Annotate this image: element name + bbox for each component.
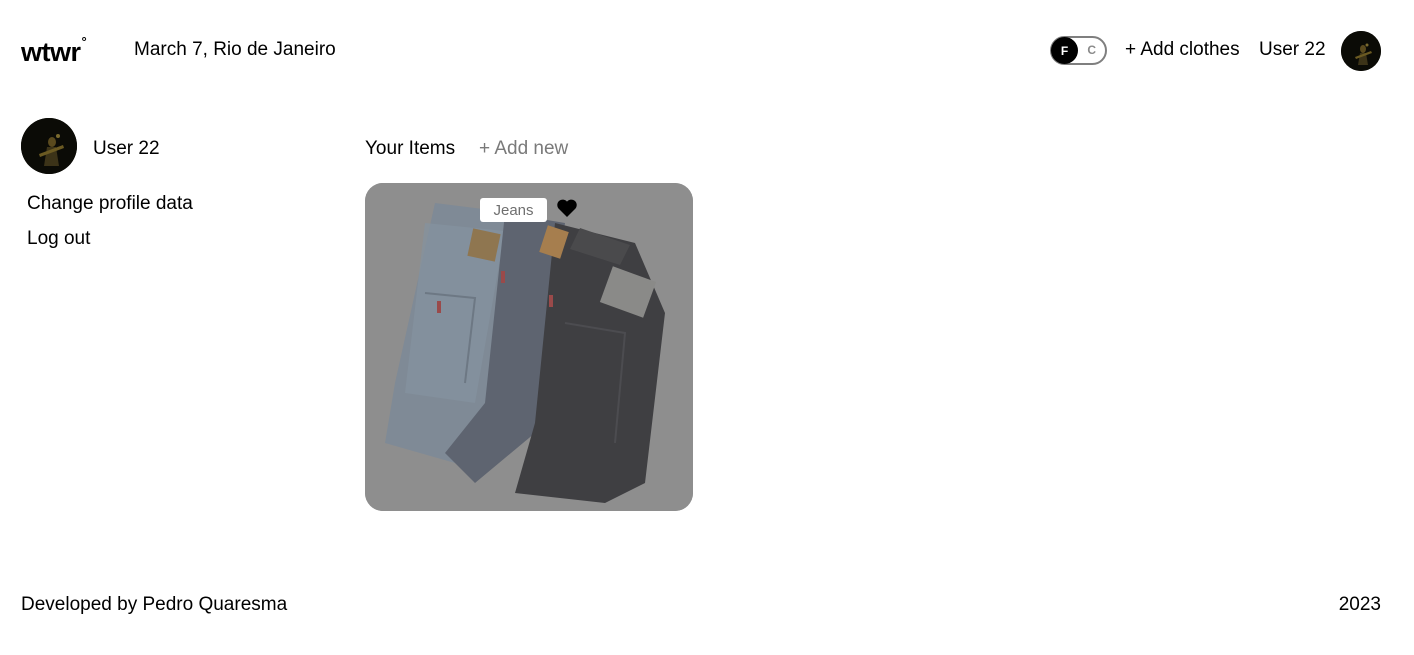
header: wtwr° March 7, Rio de Janeiro F C + Add … <box>0 0 1414 100</box>
add-new-button[interactable]: + Add new <box>479 138 568 160</box>
logo[interactable]: wtwr° <box>21 32 87 67</box>
your-items-title: Your Items <box>365 138 456 159</box>
developer-credit: Developed by Pedro Quaresma <box>21 594 288 615</box>
add-clothes-button[interactable]: + Add clothes <box>1125 39 1240 61</box>
sidebar-user-name: User 22 <box>93 138 160 159</box>
sidebar-avatar <box>21 118 77 174</box>
toggle-knob-f: F <box>1051 37 1078 64</box>
toggle-label-c: C <box>1087 43 1096 57</box>
heart-icon[interactable] <box>555 198 579 220</box>
log-out-link[interactable]: Log out <box>27 228 90 250</box>
avatar-image <box>1341 31 1381 71</box>
footer-year: 2023 <box>1338 594 1381 615</box>
item-name-tag: Jeans <box>480 198 547 222</box>
date-location: March 7, Rio de Janeiro <box>134 39 336 60</box>
jeans-photo <box>365 183 693 511</box>
logo-text: wtwr <box>21 37 81 67</box>
header-user-name[interactable]: User 22 <box>1259 39 1326 61</box>
change-profile-data-link[interactable]: Change profile data <box>27 193 193 215</box>
header-avatar[interactable] <box>1341 31 1381 71</box>
avatar-image <box>21 118 77 174</box>
logo-mark: ° <box>81 34 87 49</box>
temperature-unit-toggle[interactable]: F C <box>1050 36 1107 65</box>
item-card[interactable]: Jeans <box>365 183 693 511</box>
